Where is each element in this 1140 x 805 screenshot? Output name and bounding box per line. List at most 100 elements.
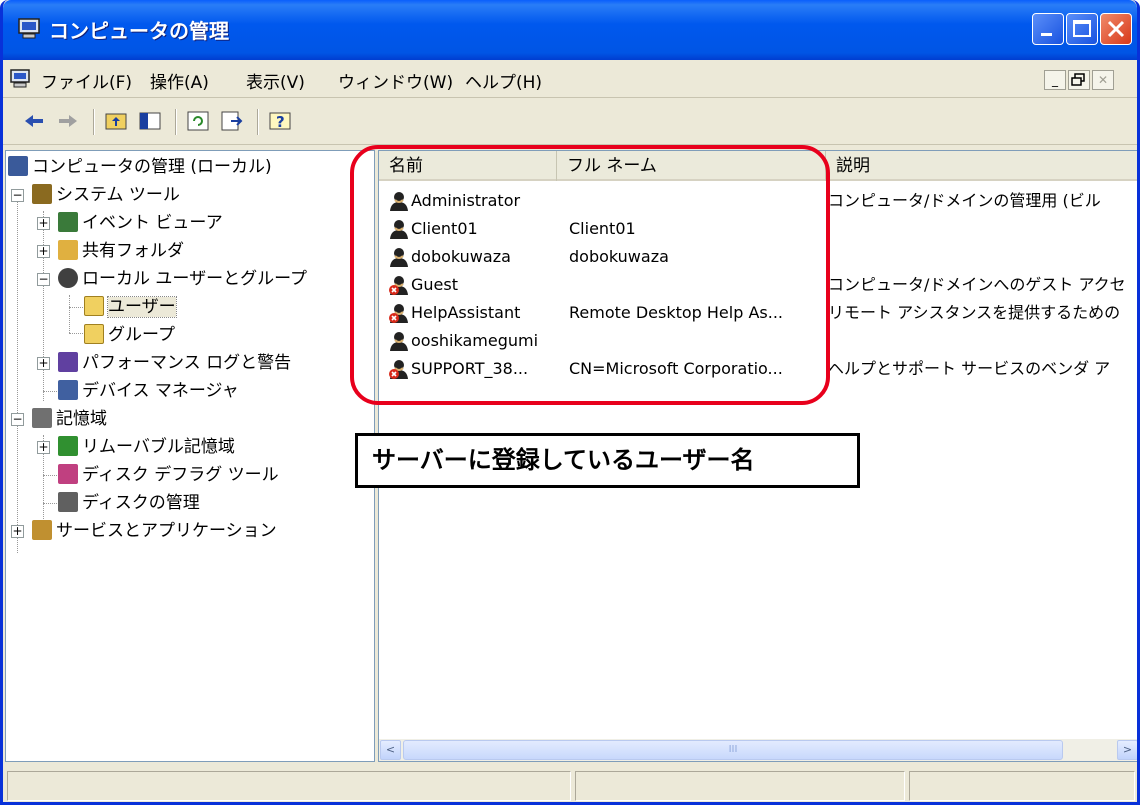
tree-item-label: ディスクの管理 (82, 493, 200, 513)
menu-action[interactable]: 操作(A) (150, 68, 209, 93)
maximize-icon (1073, 20, 1091, 37)
expand-toggle[interactable]: + (37, 217, 50, 230)
collapse-toggle[interactable]: − (11, 413, 24, 426)
tree-item-shared-folders[interactable]: 共有フォルダ (58, 237, 184, 265)
expand-toggle[interactable]: + (11, 525, 24, 538)
list-item[interactable]: Client01 Client01 (379, 215, 1137, 243)
description-cell: ヘルプとサポート サービスのベンダ ア (828, 359, 1111, 378)
list-item[interactable]: HelpAssistant Remote Desktop Help As... リモ… (379, 299, 1137, 327)
tree-item-computer-management[interactable]: コンピュータの管理 (ローカル) (8, 153, 272, 181)
user-name-cell: dobokuwaza (411, 247, 511, 266)
status-bar (3, 765, 1137, 802)
tree-item-groups[interactable]: グループ (84, 321, 175, 349)
list-item[interactable]: Guest コンピュータ/ドメインへのゲスト アクセ (379, 271, 1137, 299)
scroll-thumb[interactable]: III (403, 740, 1063, 760)
tree-line (69, 333, 83, 334)
refresh-button[interactable] (185, 109, 211, 133)
column-header-name[interactable]: 名前 (379, 151, 557, 181)
toolbar-separator (175, 109, 177, 135)
close-button[interactable] (1100, 13, 1132, 45)
tree-item-label: 共有フォルダ (82, 241, 184, 261)
toolbar-separator (93, 109, 95, 135)
tree-item-device-manager[interactable]: デバイス マネージャ (58, 377, 239, 405)
tree-line (43, 503, 57, 504)
tree-item-storage[interactable]: 記憶域 (32, 405, 107, 433)
tree-line (69, 295, 70, 333)
show-hide-tree-icon (139, 112, 161, 130)
list-item[interactable]: dobokuwaza dobokuwaza (379, 243, 1137, 271)
collapse-toggle[interactable]: − (11, 189, 24, 202)
menu-window[interactable]: ウィンドウ(W) (338, 68, 453, 93)
tree-item-users[interactable]: ユーザー (84, 293, 177, 321)
tree-item-performance-logs[interactable]: パフォーマンス ログと警告 (58, 349, 291, 377)
export-list-button[interactable] (219, 109, 245, 133)
description-cell: コンピュータ/ドメインの管理用 (ビル (828, 191, 1101, 210)
tree-line (43, 211, 44, 401)
mdi-close-button[interactable]: ✕ (1092, 70, 1114, 90)
mdi-restore-button[interactable] (1068, 70, 1090, 90)
back-button[interactable] (21, 109, 47, 133)
removable-storage-icon (58, 436, 78, 456)
expand-toggle[interactable]: + (37, 357, 50, 370)
tree-item-removable-storage[interactable]: リムーバブル記憶域 (58, 433, 235, 461)
folder-icon (84, 324, 104, 344)
help-button[interactable]: ? (267, 109, 293, 133)
tools-icon (32, 184, 52, 204)
user-name-cell: Administrator (411, 191, 521, 210)
computer-icon[interactable] (9, 69, 31, 89)
description-cell: リモート アシスタンスを提供するための (828, 303, 1121, 322)
menu-help[interactable]: ヘルプ(H) (465, 68, 542, 93)
title-bar[interactable]: コンピュータの管理 (3, 0, 1137, 60)
disabled-user-icon (389, 276, 408, 295)
console-tree[interactable]: コンピュータの管理 (ローカル) − システム ツール + イベント ビューア … (5, 150, 375, 762)
menu-view[interactable]: 表示(V) (246, 68, 305, 93)
performance-icon (58, 352, 78, 372)
device-manager-icon (58, 380, 78, 400)
tree-item-services-applications[interactable]: サービスとアプリケーション (32, 517, 277, 545)
show-hide-tree-button[interactable] (137, 109, 163, 133)
tree-item-event-viewer[interactable]: イベント ビューア (58, 209, 223, 237)
tree-item-local-users-groups[interactable]: ローカル ユーザーとグループ (58, 265, 307, 293)
tree-line (43, 391, 57, 392)
list-item[interactable]: ooshikamegumi (379, 327, 1137, 355)
computer-icon (18, 18, 40, 39)
forward-icon (59, 115, 77, 127)
full-name-cell: CN=Microsoft Corporatio... (569, 359, 783, 378)
list-item[interactable]: SUPPORT_38... CN=Microsoft Corporatio... ヘ… (379, 355, 1137, 383)
list-header: 名前 フル ネーム 説明 (379, 151, 1137, 181)
user-icon (390, 332, 408, 351)
user-name-cell: SUPPORT_38... (411, 359, 529, 378)
mdi-minimize-button[interactable]: _ (1044, 70, 1066, 90)
expand-toggle[interactable]: + (37, 441, 50, 454)
tree-item-label: デバイス マネージャ (82, 381, 239, 401)
tree-item-disk-defragmenter[interactable]: ディスク デフラグ ツール (58, 461, 279, 489)
disk-management-icon (58, 492, 78, 512)
scroll-right-button[interactable]: > (1117, 740, 1137, 760)
tree-line (43, 475, 57, 476)
minimize-button[interactable] (1032, 13, 1064, 45)
tree-item-system-tools[interactable]: システム ツール (32, 181, 180, 209)
refresh-icon (187, 111, 209, 131)
scroll-left-button[interactable]: < (380, 740, 401, 760)
expand-toggle[interactable]: + (37, 245, 50, 258)
shared-folder-icon (58, 240, 78, 260)
tree-item-disk-management[interactable]: ディスクの管理 (58, 489, 200, 517)
column-header-description[interactable]: 説明 (826, 151, 1137, 181)
disabled-user-icon (389, 304, 408, 323)
disabled-user-icon (389, 360, 408, 379)
collapse-toggle[interactable]: − (37, 273, 50, 286)
toolbar: ? (3, 99, 1137, 145)
full-name-cell: Client01 (569, 219, 636, 238)
list-item[interactable]: Administrator コンピュータ/ドメインの管理用 (ビル (379, 187, 1137, 215)
storage-icon (32, 408, 52, 428)
column-header-full-name[interactable]: フル ネーム (557, 151, 826, 181)
status-panel (575, 771, 905, 801)
forward-button[interactable] (55, 109, 81, 133)
user-icon (390, 220, 408, 239)
computer-management-window: コンピュータの管理 ファイル(F) 操作(A) 表示(V) ウィンドウ(W) ヘ… (0, 0, 1140, 805)
up-folder-button[interactable] (103, 109, 129, 133)
horizontal-scrollbar[interactable]: < III > (379, 739, 1137, 761)
export-list-icon (221, 111, 243, 131)
maximize-button[interactable] (1066, 13, 1098, 45)
menu-file[interactable]: ファイル(F) (41, 68, 132, 93)
